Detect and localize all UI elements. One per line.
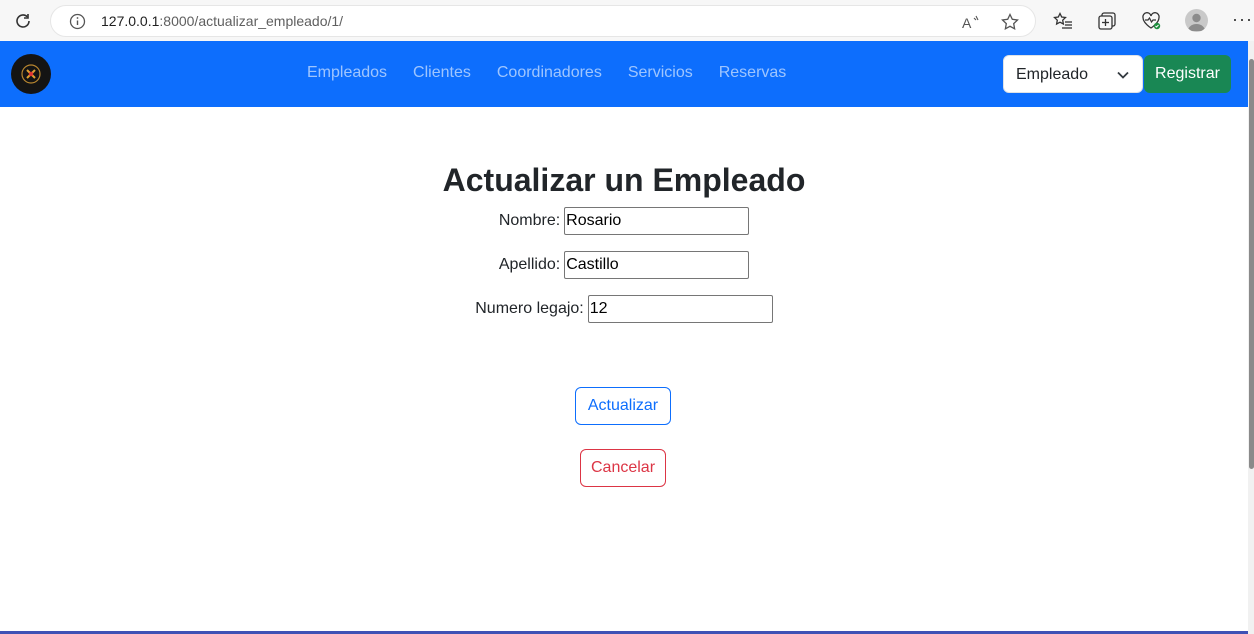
logo-icon[interactable]	[11, 54, 51, 94]
browser-essentials-icon[interactable]	[1140, 10, 1162, 32]
reload-icon[interactable]	[12, 10, 34, 32]
scrollbar-thumb[interactable]	[1249, 59, 1254, 469]
nav-link-coordinadores[interactable]: Coordinadores	[497, 64, 602, 82]
favorite-star-icon[interactable]	[1001, 13, 1019, 31]
legajo-input[interactable]	[587, 295, 773, 323]
chevron-down-icon	[1116, 68, 1130, 87]
top-navbar: Empleados Clientes Coordinadores Servici…	[0, 41, 1248, 107]
form-row-legajo: Numero legajo:	[0, 295, 1248, 323]
profile-icon[interactable]	[1185, 9, 1208, 32]
nav-link-empleados[interactable]: Empleados	[307, 64, 387, 82]
url-host: 127.0.0.1	[101, 13, 160, 29]
url-path: :8000/actualizar_empleado/1/	[159, 13, 344, 29]
cancel-button[interactable]: Cancelar	[580, 449, 666, 487]
nav-link-servicios[interactable]: Servicios	[628, 64, 693, 82]
legajo-label: Numero legajo:	[475, 300, 584, 317]
page-title: Actualizar un Empleado	[442, 162, 806, 198]
more-icon[interactable]: ···	[1232, 9, 1253, 30]
collections-icon[interactable]	[1096, 10, 1118, 32]
role-select[interactable]: Empleado	[1003, 55, 1143, 93]
nombre-label: Nombre:	[498, 212, 561, 229]
role-select-value: Empleado	[1016, 66, 1089, 83]
form-row-nombre: Nombre:	[0, 207, 1248, 235]
apellido-input[interactable]	[564, 251, 750, 279]
nav-link-clientes[interactable]: Clientes	[413, 64, 471, 82]
read-aloud-icon[interactable]: A	[962, 13, 980, 31]
nav-links: Empleados Clientes Coordinadores Servici…	[307, 64, 786, 82]
register-button[interactable]: Registrar	[1144, 55, 1231, 93]
favorites-list-icon[interactable]	[1052, 10, 1074, 32]
url-text[interactable]: 127.0.0.1:8000/actualizar_empleado/1/	[101, 13, 343, 29]
info-icon[interactable]	[69, 13, 86, 30]
update-button[interactable]: Actualizar	[575, 387, 671, 425]
form-row-apellido: Apellido:	[0, 251, 1248, 279]
nombre-input[interactable]	[564, 207, 750, 235]
apellido-label: Apellido:	[498, 256, 561, 273]
nav-link-reservas[interactable]: Reservas	[719, 64, 787, 82]
svg-text:A: A	[962, 15, 972, 30]
browser-toolbar: 127.0.0.1:8000/actualizar_empleado/1/ A …	[0, 0, 1254, 41]
address-bar[interactable]: 127.0.0.1:8000/actualizar_empleado/1/ A	[50, 5, 1036, 37]
